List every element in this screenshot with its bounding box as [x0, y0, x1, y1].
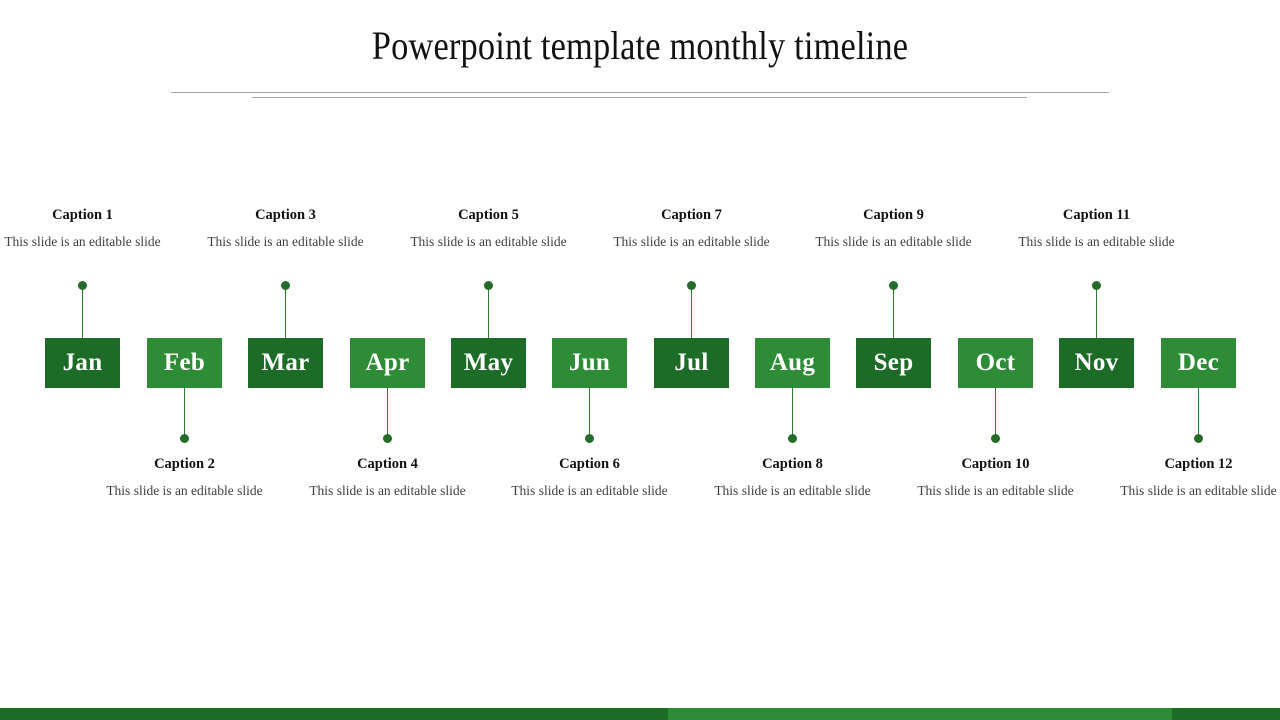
connector-dot-icon — [687, 281, 696, 290]
timeline-node: Sep — [856, 0, 959, 720]
month-box-dec[interactable]: Dec — [1161, 338, 1236, 388]
month-box-nov[interactable]: Nov — [1059, 338, 1134, 388]
timeline-node: May — [451, 0, 554, 720]
timeline-node: Jul — [654, 0, 757, 720]
month-box-jul[interactable]: Jul — [654, 338, 729, 388]
month-box-oct[interactable]: Oct — [958, 338, 1033, 388]
month-box-feb[interactable]: Feb — [147, 338, 222, 388]
monthly-timeline: Jan Caption 1 This slide is an editable sl… — [0, 0, 1280, 720]
month-box-sep[interactable]: Sep — [856, 338, 931, 388]
timeline-node: Mar — [248, 0, 351, 720]
connector-dot-icon — [78, 281, 87, 290]
month-box-jan[interactable]: Jan — [45, 338, 120, 388]
connector-line — [994, 388, 997, 438]
timeline-node: Jan — [45, 0, 148, 720]
connector-line — [690, 288, 693, 338]
month-box-may[interactable]: May — [451, 338, 526, 388]
timeline-node: Nov — [1059, 0, 1162, 720]
connector-line — [588, 388, 591, 438]
connector-dot-icon — [484, 281, 493, 290]
connector-line — [183, 388, 186, 438]
connector-line — [791, 388, 794, 438]
footer-bar-segment — [668, 708, 1172, 720]
connector-dot-icon — [180, 434, 189, 443]
connector-line — [1095, 288, 1098, 338]
caption-body: This slide is an editable slide — [1120, 483, 1277, 498]
connector-dot-icon — [281, 281, 290, 290]
month-box-aug[interactable]: Aug — [755, 338, 830, 388]
caption-title: Caption 12 — [1164, 456, 1233, 472]
connector-dot-icon — [889, 281, 898, 290]
footer-bar-segment — [0, 708, 668, 720]
connector-line — [386, 388, 389, 438]
timeline-node: Oct — [958, 0, 1061, 720]
connector-line — [284, 288, 287, 338]
connector-line — [487, 288, 490, 338]
month-box-jun[interactable]: Jun — [552, 338, 627, 388]
timeline-node: Feb — [147, 0, 250, 720]
connector-dot-icon — [1092, 281, 1101, 290]
month-box-apr[interactable]: Apr — [350, 338, 425, 388]
connector-line — [1197, 388, 1200, 438]
timeline-node: Dec — [1161, 0, 1264, 720]
connector-dot-icon — [585, 434, 594, 443]
footer-bar-segment — [1172, 708, 1280, 720]
connector-line — [81, 288, 84, 338]
month-box-mar[interactable]: Mar — [248, 338, 323, 388]
caption-block: Caption 12 This slide is an editable slid… — [1106, 455, 1280, 500]
timeline-node: Apr — [350, 0, 453, 720]
connector-dot-icon — [991, 434, 1000, 443]
timeline-node: Aug — [755, 0, 858, 720]
connector-dot-icon — [383, 434, 392, 443]
timeline-node: Jun — [552, 0, 655, 720]
connector-dot-icon — [788, 434, 797, 443]
connector-line — [892, 288, 895, 338]
connector-dot-icon — [1194, 434, 1203, 443]
